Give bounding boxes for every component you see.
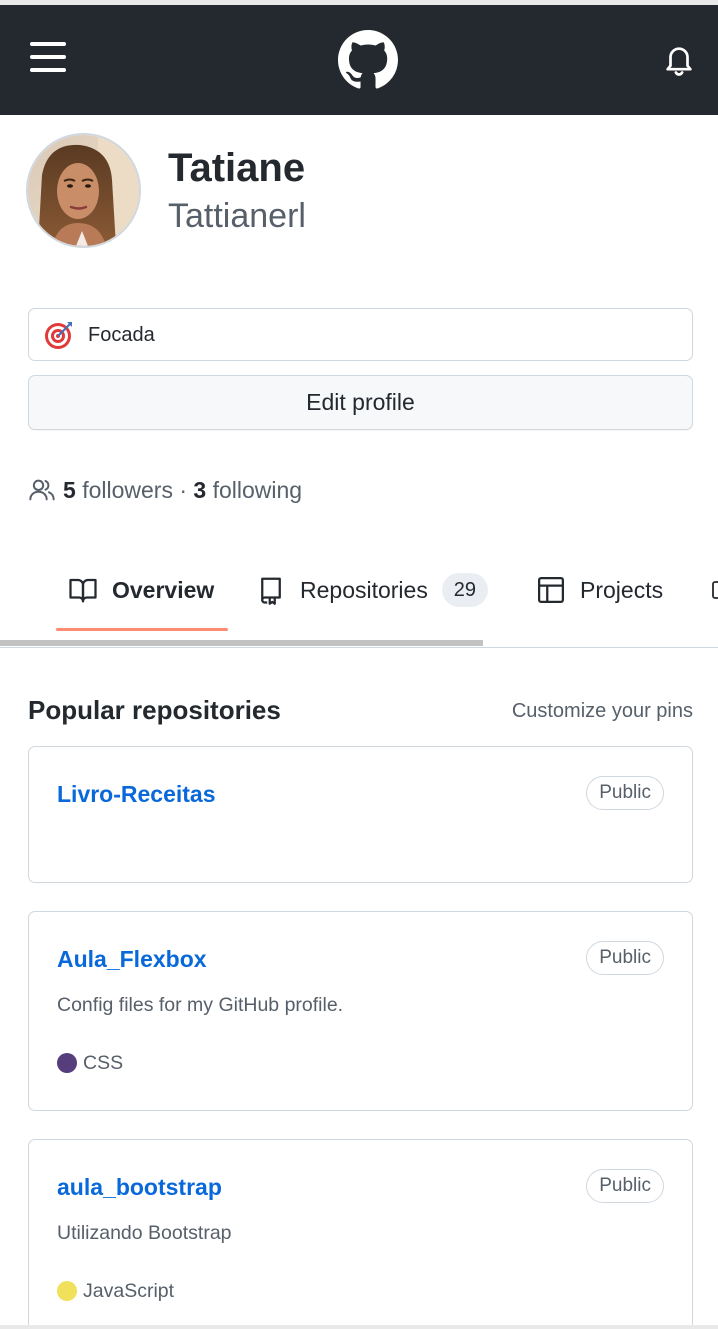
followers-link[interactable]: 5 followers [63,477,173,504]
language-name: CSS [83,1051,124,1074]
followers-count: 5 [63,476,76,503]
language-color-dot [57,1281,77,1301]
profile-username: Tattianerl [168,197,306,235]
pinned-repo-card: aula_bootstrap Public Utilizando Bootstr… [28,1139,693,1329]
browser-bottom-edge [0,1325,718,1329]
following-link[interactable]: 3 following [193,477,302,504]
repo-language: CSS [57,1051,123,1075]
following-count: 3 [193,476,207,503]
tab-label: Overview [112,576,215,603]
visibility-badge: Public [586,941,664,975]
tabs-scrollbar[interactable] [0,640,483,646]
tab-label: Projects [580,576,664,603]
repo-language: JavaScript [57,1279,174,1303]
book-icon [69,578,97,603]
github-octocat-icon[interactable] [338,30,398,90]
repo-name-link[interactable]: aula_bootstrap [57,1173,222,1201]
language-name: JavaScript [83,1279,175,1302]
user-status[interactable]: Focada [28,308,693,361]
repo-name-link[interactable]: Aula_Flexbox [57,945,207,973]
language-color-dot [57,1053,77,1073]
customize-pins-link[interactable]: Customize your pins [512,699,693,723]
tabs-divider [0,647,718,648]
repo-icon [261,577,281,605]
tab-overview[interactable]: Overview [68,560,214,620]
repo-description: Config files for my GitHub profile. [57,994,344,1016]
followers-label: followers [82,476,173,503]
pinned-repo-card: Livro-Receitas Public [28,746,693,883]
visibility-badge: Public [586,776,664,810]
repositories-count-badge: 29 [441,573,488,607]
table-icon [538,577,564,603]
tab-repositories[interactable]: Repositories 29 [256,560,488,620]
package-icon[interactable] [710,576,718,604]
direct-hit-target-icon [45,322,72,349]
tab-label: Repositories [300,576,428,603]
status-text: Focada [88,324,155,346]
edit-profile-button[interactable]: Edit profile [28,375,693,430]
bell-icon[interactable] [662,43,696,77]
follow-stats: 5 followers · 3 following [28,475,302,505]
people-icon [29,479,55,501]
tab-projects[interactable]: Projects [536,560,663,620]
repo-name-link[interactable]: Livro-Receitas [57,780,216,808]
pinned-repo-card: Aula_Flexbox Public Config files for my … [28,911,693,1111]
profile-name: Tatiane [168,146,306,190]
profile-tabs: Overview Repositories 29 Projects [0,560,718,632]
popular-repositories-title: Popular repositories [28,695,281,725]
site-header [0,5,718,115]
repo-description: Utilizando Bootstrap [57,1222,232,1244]
selected-tab-indicator [56,628,228,631]
separator: · [179,476,188,503]
visibility-badge: Public [586,1169,664,1203]
avatar[interactable] [26,133,141,248]
hamburger-menu-icon[interactable] [28,39,70,75]
following-label: following [212,476,303,503]
